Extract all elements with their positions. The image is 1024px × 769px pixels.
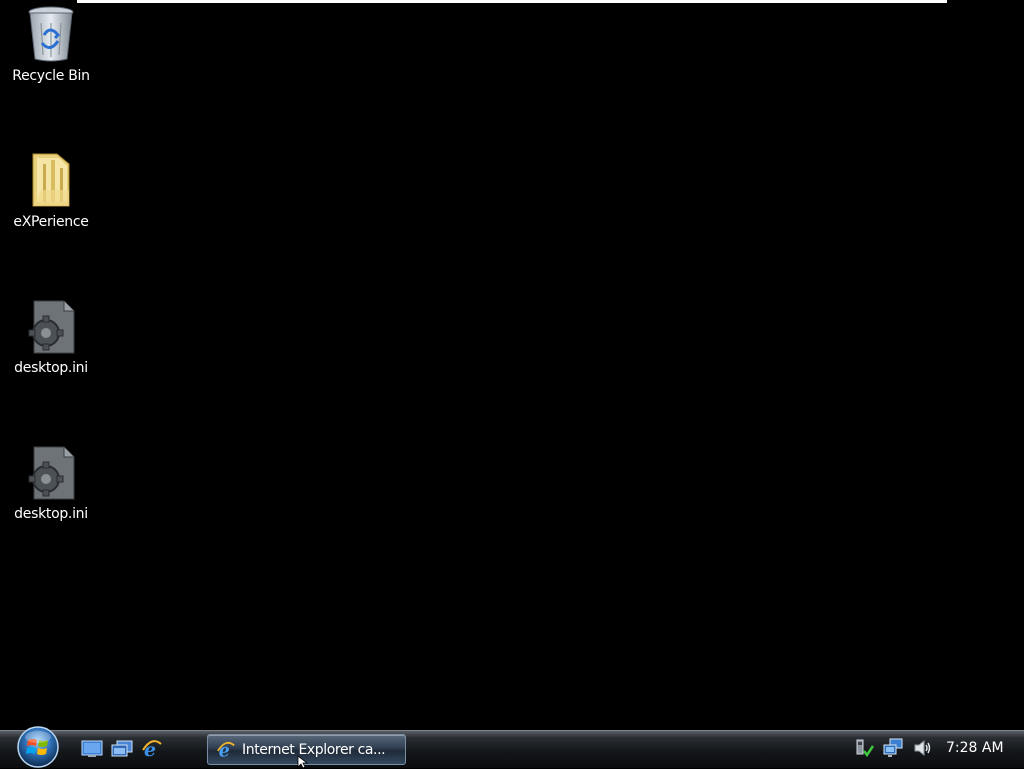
settings-file-icon	[23, 442, 79, 502]
desktop-icon-recycle-bin[interactable]: Recycle Bin	[3, 4, 99, 84]
settings-file-icon	[23, 296, 79, 356]
desktop-icon-desktop-ini[interactable]: desktop.ini	[3, 442, 99, 522]
desktop[interactable]: Recycle Bin eXPerience desktop.ini deskt…	[0, 0, 1024, 730]
network-button[interactable]	[882, 737, 904, 759]
volume-button[interactable]	[912, 737, 934, 759]
show-desktop-button[interactable]	[80, 738, 104, 760]
taskbar: e e Internet Explorer ca... 7:28 AM	[0, 726, 1024, 768]
switch-windows-button[interactable]	[110, 738, 134, 760]
taskbar-button-label: Internet Explorer ca...	[242, 741, 386, 758]
desktop-icon-label: eXPerience	[13, 214, 89, 230]
safely-remove-hardware-button[interactable]	[852, 737, 874, 759]
notification-area	[852, 737, 934, 759]
safely-remove-hardware-icon	[856, 739, 874, 758]
desktop-icon-experience-folder[interactable]: eXPerience	[3, 150, 99, 230]
start-button[interactable]	[12, 725, 64, 769]
switch-windows-icon	[111, 740, 133, 757]
desktop-icon-label: desktop.ini	[14, 360, 88, 376]
desktop-icon-label: Recycle Bin	[12, 68, 90, 84]
internet-explorer-icon: e	[142, 739, 162, 760]
folder-icon	[23, 150, 79, 210]
windows-start-orb-icon	[17, 726, 59, 768]
network-icon	[883, 738, 903, 757]
quick-launch-bar: e	[80, 738, 164, 760]
recycle-bin-icon	[23, 4, 79, 64]
volume-icon	[914, 739, 931, 757]
desktop-icon-label: desktop.ini	[14, 506, 88, 522]
show-desktop-icon	[81, 740, 103, 757]
internet-explorer-launch-button[interactable]: e	[140, 738, 164, 760]
desktop-icon-desktop-ini[interactable]: desktop.ini	[3, 296, 99, 376]
window-edge-strip	[77, 0, 947, 3]
system-clock[interactable]: 7:28 AM	[946, 740, 1004, 756]
internet-explorer-icon: e	[217, 741, 235, 760]
mouse-pointer-icon	[297, 755, 309, 769]
